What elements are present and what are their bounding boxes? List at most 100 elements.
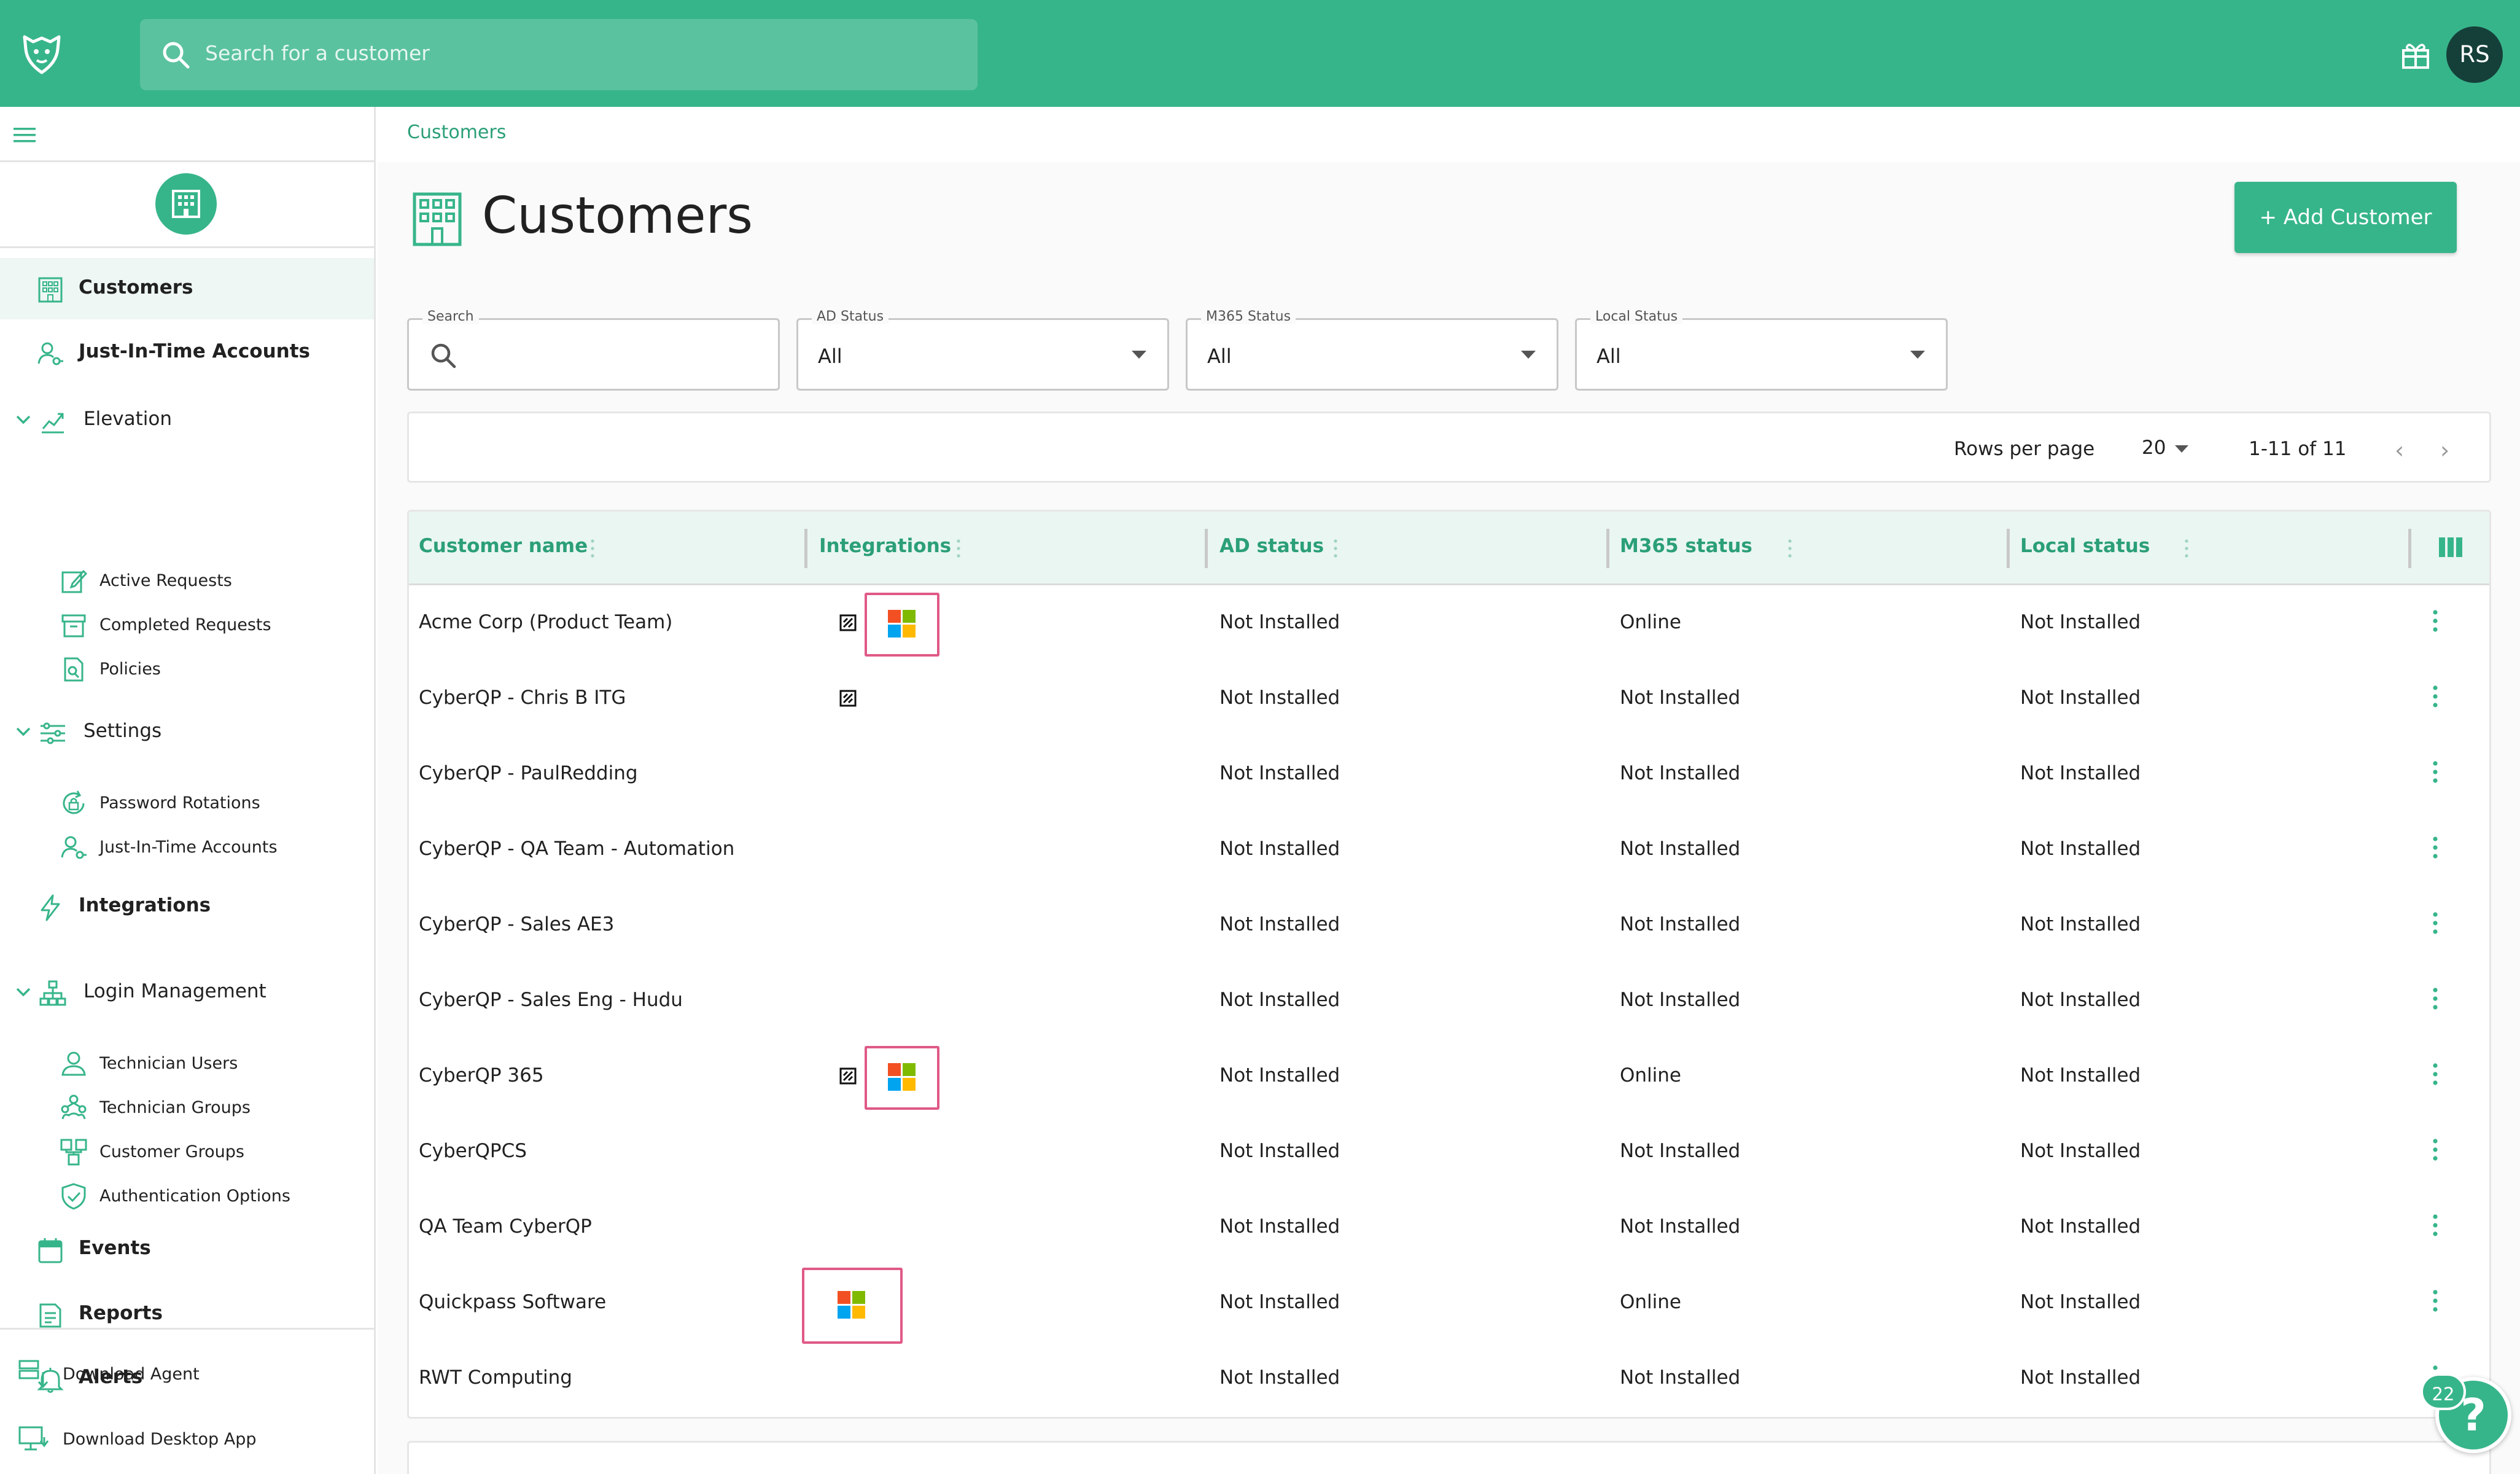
customer-name-cell[interactable]: CyberQP - Sales AE3 [419,913,614,935]
sidebar-item-jit-accounts[interactable]: Just-In-Time Accounts [0,322,374,383]
table-row[interactable]: CyberQP - PaulRedding Not Installed Not In… [409,736,2489,812]
column-header-integrations[interactable]: Integrations [819,535,951,557]
column-separator[interactable] [2408,529,2411,568]
row-actions-icon[interactable] [2433,760,2438,784]
row-actions-icon[interactable] [2433,1289,2438,1313]
ad-status-cell: Not Installed [1219,989,1340,1011]
sidebar-item-label: Completed Requests [99,615,271,634]
customer-name-cell[interactable]: CyberQP - Chris B ITG [419,687,626,709]
download-agent-icon [18,1360,49,1389]
column-separator[interactable] [804,529,807,568]
sidebar-item-reports[interactable]: Reports [0,1284,374,1345]
table-row[interactable]: Quickpass Software Not Installed Online Not… [409,1265,2489,1344]
sidebar-item-technician-users[interactable]: Technician Users [0,1039,374,1083]
column-menu-icon[interactable] [591,539,594,558]
customer-name-cell[interactable]: RWT Computing [419,1367,572,1389]
column-chooser-icon[interactable] [2439,536,2462,558]
table-row[interactable]: CyberQP 365 Not Installed Online Not Instal… [409,1039,2489,1114]
breadcrumb-customers[interactable]: Customers [407,122,506,143]
policy-doc-icon [64,657,84,682]
sidebar-item-label: Reports [79,1302,163,1324]
local-status-cell: Not Installed [2020,762,2141,784]
m365-status-select[interactable]: M365 Status All [1186,309,1558,391]
table-row[interactable]: CyberQP - QA Team - Automation Not Instal… [409,812,2489,887]
customer-name-cell[interactable]: CyberQP 365 [419,1064,544,1086]
table-row[interactable]: CyberQP - Chris B ITG Not Installed Not In… [409,661,2489,736]
calendar-icon [38,1238,63,1263]
user-avatar[interactable]: RS [2446,26,2503,83]
column-header-local-status[interactable]: Local status [2020,535,2150,557]
sidebar-item-authentication-options[interactable]: Authentication Options [0,1172,374,1216]
customer-name-cell[interactable]: CyberQP - QA Team - Automation [419,838,734,860]
download-agent-link[interactable]: Download Agent [0,1349,374,1398]
customer-name-cell[interactable]: CyberQP - Sales Eng - Hudu [419,989,683,1011]
table-row[interactable]: RWT Computing Not Installed Not Installed N… [409,1341,2489,1416]
lightning-icon [41,894,60,921]
column-menu-icon[interactable] [957,539,960,558]
sidebar-item-completed-requests[interactable]: Completed Requests [0,601,374,645]
dropdown-arrow-icon[interactable] [2175,445,2188,453]
shield-check-icon [61,1183,86,1210]
rows-per-page-select[interactable]: 20 [2142,437,2166,459]
sidebar-item-password-rotations[interactable]: Password Rotations [0,779,374,823]
hamburger-menu-icon[interactable] [12,125,38,145]
sidebar-item-policies[interactable]: Policies [0,645,374,689]
rotate-lock-icon [63,790,85,814]
sidebar-item-customer-groups[interactable]: Customer Groups [0,1128,374,1172]
customer-name-cell[interactable]: Acme Corp (Product Team) [419,611,672,633]
sidebar-item-integrations[interactable]: Integrations [0,876,374,937]
sidebar-header [0,107,374,162]
row-actions-icon[interactable] [2433,684,2438,709]
column-menu-icon[interactable] [2185,539,2188,558]
gift-icon[interactable] [2400,39,2432,71]
sidebar-item-settings-jit-accounts[interactable]: Just-In-Time Accounts [0,823,374,867]
download-desktop-app-link[interactable]: Download Desktop App [0,1414,374,1463]
customer-name-cell[interactable]: QA Team CyberQP [419,1215,592,1238]
app-logo-icon[interactable] [16,28,68,80]
customer-name-cell[interactable]: Quickpass Software [419,1291,606,1313]
local-status-cell: Not Installed [2020,1215,2141,1238]
column-menu-icon[interactable] [1788,539,1792,558]
row-actions-icon[interactable] [2433,1213,2438,1238]
ad-status-cell: Not Installed [1219,838,1340,860]
sidebar-group-elevation[interactable]: Elevation [0,389,374,451]
column-separator[interactable] [2007,529,2010,568]
row-actions-icon[interactable] [2433,911,2438,935]
sidebar-item-technician-groups[interactable]: Technician Groups [0,1083,374,1128]
prev-page-icon[interactable]: ‹ [2395,437,2404,464]
bottom-pagination-bar [407,1441,2491,1474]
table-row[interactable]: QA Team CyberQP Not Installed Not Installe… [409,1190,2489,1265]
row-actions-icon[interactable] [2433,1137,2438,1162]
archive-icon [61,614,86,638]
m365-status-cell: Online [1620,1064,1681,1086]
column-menu-icon[interactable] [1334,539,1337,558]
table-row[interactable]: CyberQP - Sales Eng - Hudu Not Installed N… [409,963,2489,1039]
customer-name-cell[interactable]: CyberQP - PaulRedding [419,762,638,784]
sidebar-item-customers[interactable]: Customers [0,258,374,319]
row-actions-icon[interactable] [2433,609,2438,633]
row-actions-icon[interactable] [2433,1062,2438,1086]
ad-status-select[interactable]: AD Status All [796,309,1169,391]
sidebar-item-active-requests[interactable]: Active Requests [0,556,374,601]
column-header-ad-status[interactable]: AD status [1219,535,1324,557]
table-row[interactable]: CyberQPCS Not Installed Not Installed Not I… [409,1114,2489,1190]
column-header-customer-name[interactable]: Customer name [419,535,588,557]
customer-name-cell[interactable]: CyberQPCS [419,1140,527,1162]
row-actions-icon[interactable] [2433,986,2438,1011]
sidebar-item-events[interactable]: Events [0,1219,374,1280]
column-separator[interactable] [1606,529,1609,568]
table-row[interactable]: Acme Corp (Product Team) Not Installed Onl… [409,585,2489,661]
org-avatar[interactable] [155,173,217,235]
column-header-m365-status[interactable]: M365 status [1620,535,1752,557]
search-field[interactable]: Search [407,309,780,391]
next-page-icon[interactable]: › [2440,437,2449,464]
column-separator[interactable] [1205,529,1208,568]
local-status-select[interactable]: Local Status All [1575,309,1948,391]
sidebar-group-login-management[interactable]: Login Management [0,962,374,1023]
add-customer-button[interactable]: + Add Customer [2234,182,2457,253]
customer-search-input[interactable]: Search for a customer [140,19,978,90]
row-actions-icon[interactable] [2433,835,2438,860]
table-row[interactable]: CyberQP - Sales AE3 Not Installed Not Inst… [409,887,2489,963]
sidebar-group-settings[interactable]: Settings [0,701,374,763]
m365-status-cell: Not Installed [1620,1367,1741,1389]
